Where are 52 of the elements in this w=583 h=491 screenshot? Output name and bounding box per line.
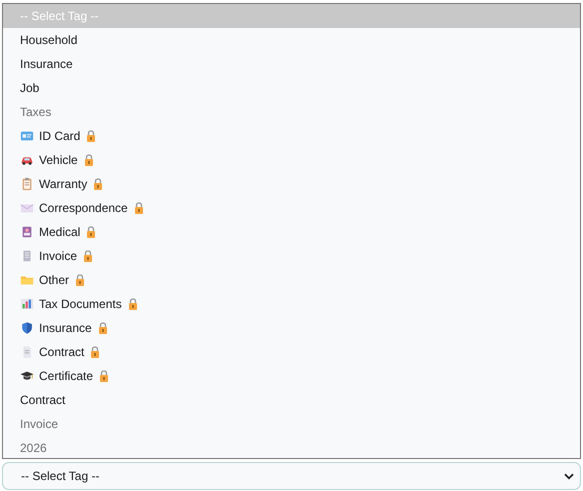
option-label: Other	[39, 273, 70, 287]
dropdown-option[interactable]: Other	[3, 268, 580, 292]
chevron-down-icon	[564, 472, 574, 480]
envelope-icon	[20, 201, 34, 215]
dropdown-option[interactable]: ID Card	[3, 124, 580, 148]
option-label: Household	[20, 33, 78, 47]
lock-icon	[75, 274, 86, 286]
dropdown-option[interactable]: Insurance	[3, 52, 580, 76]
option-label: Vehicle	[39, 153, 78, 167]
dropdown-option[interactable]: Contract	[3, 340, 580, 364]
option-label: Correspondence	[39, 201, 128, 215]
lock-icon	[83, 250, 94, 262]
option-label: Tax Documents	[39, 297, 122, 311]
option-label: ID Card	[39, 129, 80, 143]
option-label: Contract	[39, 345, 84, 359]
lock-icon	[90, 346, 100, 358]
lock-icon	[128, 298, 138, 310]
dropdown-option[interactable]: Certificate	[3, 364, 580, 388]
lock-icon	[99, 370, 110, 382]
dropdown-option[interactable]: Tax Documents	[3, 292, 580, 316]
lock-icon	[86, 130, 96, 142]
dropdown-option[interactable]: Medical	[3, 220, 580, 244]
dropdown-option[interactable]: Job	[3, 76, 580, 100]
option-label: Taxes	[20, 105, 52, 119]
lock-icon	[84, 154, 94, 166]
dropdown-option[interactable]: Invoice	[3, 244, 580, 268]
dropdown-option[interactable]: Vehicle	[3, 148, 580, 172]
shield-icon	[20, 321, 34, 335]
id-card-icon	[20, 129, 34, 143]
clipboard-icon	[20, 177, 34, 191]
dropdown-option[interactable]: Insurance	[3, 316, 580, 340]
option-label: Contract	[20, 393, 66, 407]
option-label: Insurance	[39, 321, 92, 335]
bar-chart-icon	[20, 297, 34, 311]
lock-icon	[86, 226, 96, 238]
option-label: Medical	[39, 225, 80, 239]
tag-select[interactable]: -- Select Tag --	[2, 462, 581, 490]
option-label: Invoice	[20, 417, 58, 431]
lock-icon	[93, 178, 104, 190]
option-label: Job	[20, 81, 40, 95]
dropdown-option[interactable]: Contract	[3, 388, 580, 412]
option-label: Invoice	[39, 249, 78, 263]
medical-box-icon	[20, 225, 34, 239]
option-label: Warranty	[39, 177, 88, 191]
lock-icon	[98, 322, 108, 334]
option-label: Certificate	[39, 369, 94, 383]
lock-icon	[134, 202, 144, 214]
dropdown-option[interactable]: Correspondence	[3, 196, 580, 220]
option-label: 2026	[20, 441, 47, 455]
dropdown-option[interactable]: Warranty	[3, 172, 580, 196]
dropdown-option[interactable]: Household	[3, 28, 580, 52]
option-label: Insurance	[20, 57, 73, 71]
